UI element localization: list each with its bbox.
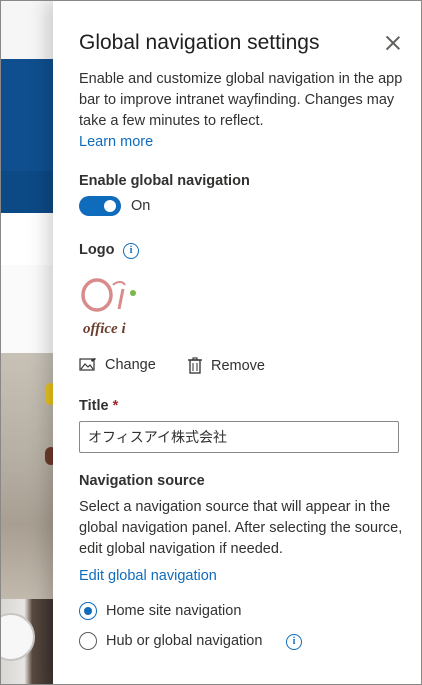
radio-button-checked[interactable] xyxy=(79,602,97,620)
background-page xyxy=(1,1,57,684)
global-navigation-settings-panel: Global navigation settings Enable and cu… xyxy=(53,1,421,684)
change-logo-button[interactable]: Change xyxy=(79,357,156,373)
enable-global-navigation-toggle[interactable] xyxy=(79,196,121,216)
background-hero-image xyxy=(1,353,57,599)
logo-image: office i xyxy=(79,271,143,343)
change-label: Change xyxy=(105,357,156,373)
radio-label-hub-global: Hub or global navigation xyxy=(106,633,263,649)
radio-hub-or-global-navigation[interactable]: Hub or global navigation xyxy=(79,632,262,650)
logo-text: office i xyxy=(83,321,126,337)
radio-home-site-navigation[interactable]: Home site navigation xyxy=(79,602,241,620)
close-icon[interactable] xyxy=(385,35,401,51)
title-label: Title * xyxy=(79,398,118,414)
remove-logo-button[interactable]: Remove xyxy=(187,357,265,375)
background-banner-nav xyxy=(1,171,53,213)
title-label-text: Title xyxy=(79,398,109,414)
navigation-source-description: Select a navigation source that will app… xyxy=(79,499,403,557)
image-edit-icon xyxy=(79,358,96,371)
panel-description: Enable and customize global navigation i… xyxy=(79,69,404,153)
toggle-state-text: On xyxy=(131,198,151,214)
background-header xyxy=(1,1,53,59)
toggle-knob xyxy=(104,200,116,212)
info-icon[interactable]: i xyxy=(123,243,139,259)
radio-label-home-site: Home site navigation xyxy=(106,603,242,619)
title-input[interactable]: オフィスアイ株式会社 xyxy=(79,421,399,453)
enable-global-navigation-label: Enable global navigation xyxy=(79,173,250,189)
background-content xyxy=(1,265,53,353)
panel-title: Global navigation settings xyxy=(79,31,320,54)
radio-button-unchecked[interactable] xyxy=(79,632,97,650)
background-banner xyxy=(1,59,53,171)
learn-more-link[interactable]: Learn more xyxy=(79,134,153,150)
required-mark: * xyxy=(112,398,119,414)
trash-icon xyxy=(188,357,202,374)
remove-label: Remove xyxy=(211,358,265,374)
window-frame: Global navigation settings Enable and cu… xyxy=(0,0,422,685)
edit-global-navigation-link[interactable]: Edit global navigation xyxy=(79,568,217,584)
background-nav-bar xyxy=(1,213,53,266)
description-text: Enable and customize global navigation i… xyxy=(79,71,403,129)
logo-label: Logo xyxy=(79,242,115,258)
navigation-source-label: Navigation source xyxy=(79,473,205,489)
info-icon[interactable]: i xyxy=(286,634,302,650)
